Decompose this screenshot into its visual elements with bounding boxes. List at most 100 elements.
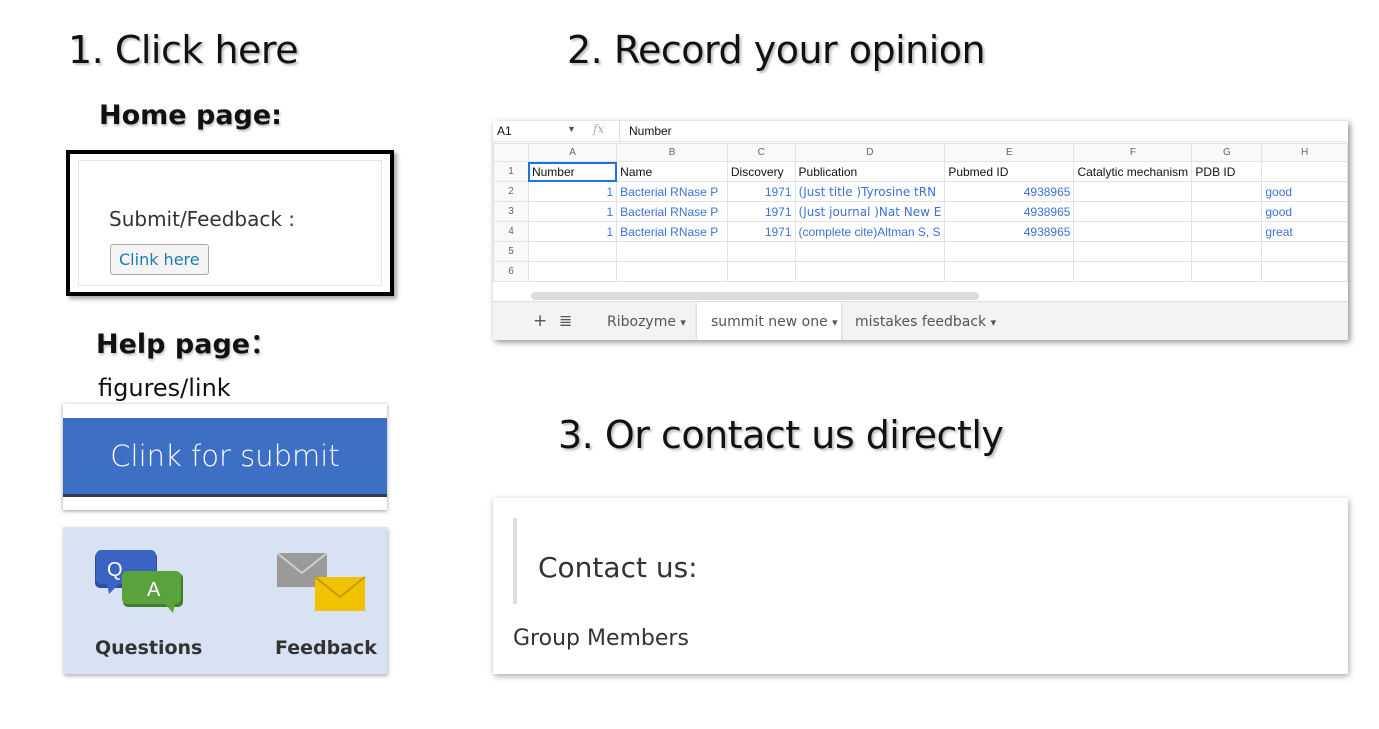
col-header[interactable]: B (616, 143, 728, 162)
cell[interactable] (1073, 201, 1193, 222)
horizontal-scrollbar[interactable] (531, 292, 979, 300)
cell[interactable] (1191, 261, 1263, 282)
cell[interactable]: Bacterial RNase P (616, 181, 728, 202)
clink-here-button[interactable]: Clink here (110, 244, 209, 275)
row-number[interactable]: 5 (493, 241, 529, 262)
cell[interactable] (1261, 161, 1348, 182)
cell[interactable] (527, 261, 618, 282)
table-row: 1 Number Name Discovery Publication Pubm… (493, 161, 1348, 182)
feedback-icon[interactable] (277, 553, 367, 613)
cell-ref-dropdown-icon[interactable]: ▼ (567, 124, 576, 134)
cell[interactable] (616, 261, 728, 282)
cell[interactable] (726, 241, 796, 262)
cell[interactable] (616, 241, 728, 262)
cell[interactable]: Bacterial RNase P (616, 201, 728, 222)
clink-for-submit-button[interactable]: Clink for submit (63, 418, 387, 497)
row-number[interactable]: 2 (493, 181, 529, 202)
a-letter: A (147, 579, 161, 601)
home-page-heading: Home page: (99, 100, 282, 131)
cell[interactable]: Pubmed ID (944, 161, 1075, 182)
submit-banner: Clink for submit (63, 404, 387, 510)
cell[interactable]: 4938965 (944, 201, 1075, 222)
cell[interactable]: Discovery (726, 161, 796, 182)
step3-title: 3. Or contact us directly (558, 413, 1004, 457)
all-sheets-menu-icon[interactable]: ≣ (559, 311, 572, 330)
cell[interactable]: 1971 (726, 201, 796, 222)
cell[interactable] (1191, 201, 1263, 222)
questions-icon[interactable]: Q A (95, 549, 185, 615)
row-number[interactable]: 6 (493, 261, 529, 282)
fx-icon: fx (593, 122, 605, 136)
cell[interactable] (794, 261, 946, 282)
cell[interactable]: good (1261, 181, 1348, 202)
row-number[interactable]: 1 (493, 161, 529, 182)
cell[interactable] (726, 261, 796, 282)
submit-feedback-label: Submit/Feedback : (109, 207, 296, 231)
cell[interactable]: Catalytic mechanism (1073, 161, 1193, 182)
row-number[interactable]: 4 (493, 221, 529, 242)
cell[interactable]: (Just journal )Nat New E (794, 201, 946, 222)
col-header[interactable]: D (794, 143, 946, 162)
cell[interactable]: 1 (527, 221, 618, 242)
figures-link-text: figures/link (98, 374, 231, 402)
corner-cell[interactable] (493, 143, 529, 162)
cell[interactable] (1261, 261, 1348, 282)
table-row: 4 1 Bacterial RNase P 1971 (complete cit… (493, 221, 1348, 242)
cell[interactable]: 1971 (726, 221, 796, 242)
tab-label: summit new one (711, 314, 828, 330)
cell[interactable]: 1971 (726, 181, 796, 202)
cell[interactable] (944, 241, 1075, 262)
questions-feedback-panel: Q A Questions Feedback (63, 527, 387, 674)
formula-divider (619, 121, 620, 141)
selected-cell[interactable]: Number (527, 161, 618, 182)
cell[interactable]: 1 (527, 201, 618, 222)
cell[interactable]: good (1261, 201, 1348, 222)
cell[interactable]: Publication (794, 161, 946, 182)
home-page-panel: Submit/Feedback : Clink here (66, 150, 394, 296)
cell[interactable] (1261, 241, 1348, 262)
cell[interactable] (1191, 221, 1263, 242)
tab-mistakes-feedback[interactable]: mistakes feedback ▾ (855, 314, 996, 330)
col-header[interactable]: C (726, 143, 796, 162)
cell[interactable] (944, 261, 1075, 282)
cell[interactable]: Name (616, 161, 728, 182)
cell-reference[interactable]: A1 (497, 124, 512, 138)
questions-label: Questions (95, 637, 203, 659)
cell[interactable] (1073, 181, 1193, 202)
tab-ribozyme[interactable]: Ribozyme ▾ (607, 314, 686, 330)
cell[interactable]: PDB ID (1191, 161, 1263, 182)
contact-us-heading: Contact us: (538, 551, 698, 584)
cell[interactable] (1073, 221, 1193, 242)
cell[interactable] (1191, 241, 1263, 262)
cell[interactable]: 4938965 (944, 181, 1075, 202)
cell[interactable]: (Just title )Tyrosine tRN (794, 181, 946, 202)
table-row: 6 (493, 261, 1348, 282)
cell[interactable] (794, 241, 946, 262)
cell[interactable] (1073, 261, 1193, 282)
cell[interactable]: great (1261, 221, 1348, 242)
sheet-tabs-bar: + ≣ Ribozyme ▾ summit new one ▾ mistakes… (493, 301, 1348, 340)
col-header[interactable]: F (1073, 143, 1193, 162)
cell[interactable]: 1 (527, 181, 618, 202)
cell[interactable]: (complete cite)Altman S, S (794, 221, 946, 242)
spreadsheet-screenshot: A1 ▼ fx Number A B C D E F G H 1 Number … (493, 121, 1348, 340)
home-panel-inner: Submit/Feedback : Clink here (78, 160, 382, 286)
feedback-label: Feedback (275, 637, 377, 659)
group-members-link[interactable]: Group Members (513, 626, 689, 651)
cell[interactable]: Bacterial RNase P (616, 221, 728, 242)
cell[interactable] (1073, 241, 1193, 262)
add-sheet-button[interactable]: + (533, 311, 547, 331)
formula-input[interactable]: Number (629, 124, 672, 138)
cell[interactable]: 4938965 (944, 221, 1075, 242)
row-number[interactable]: 3 (493, 201, 529, 222)
chevron-down-icon: ▾ (680, 316, 686, 329)
cell[interactable] (1191, 181, 1263, 202)
cell[interactable] (527, 241, 618, 262)
col-header[interactable]: E (944, 143, 1075, 162)
col-header[interactable]: G (1191, 143, 1263, 162)
chevron-down-icon: ▾ (990, 316, 997, 329)
tab-summit-new-one[interactable]: summit new one ▾ (711, 314, 838, 330)
table-row: 2 1 Bacterial RNase P 1971 (Just title )… (493, 181, 1348, 202)
col-header[interactable]: H (1261, 143, 1348, 162)
col-header[interactable]: A (527, 143, 618, 162)
